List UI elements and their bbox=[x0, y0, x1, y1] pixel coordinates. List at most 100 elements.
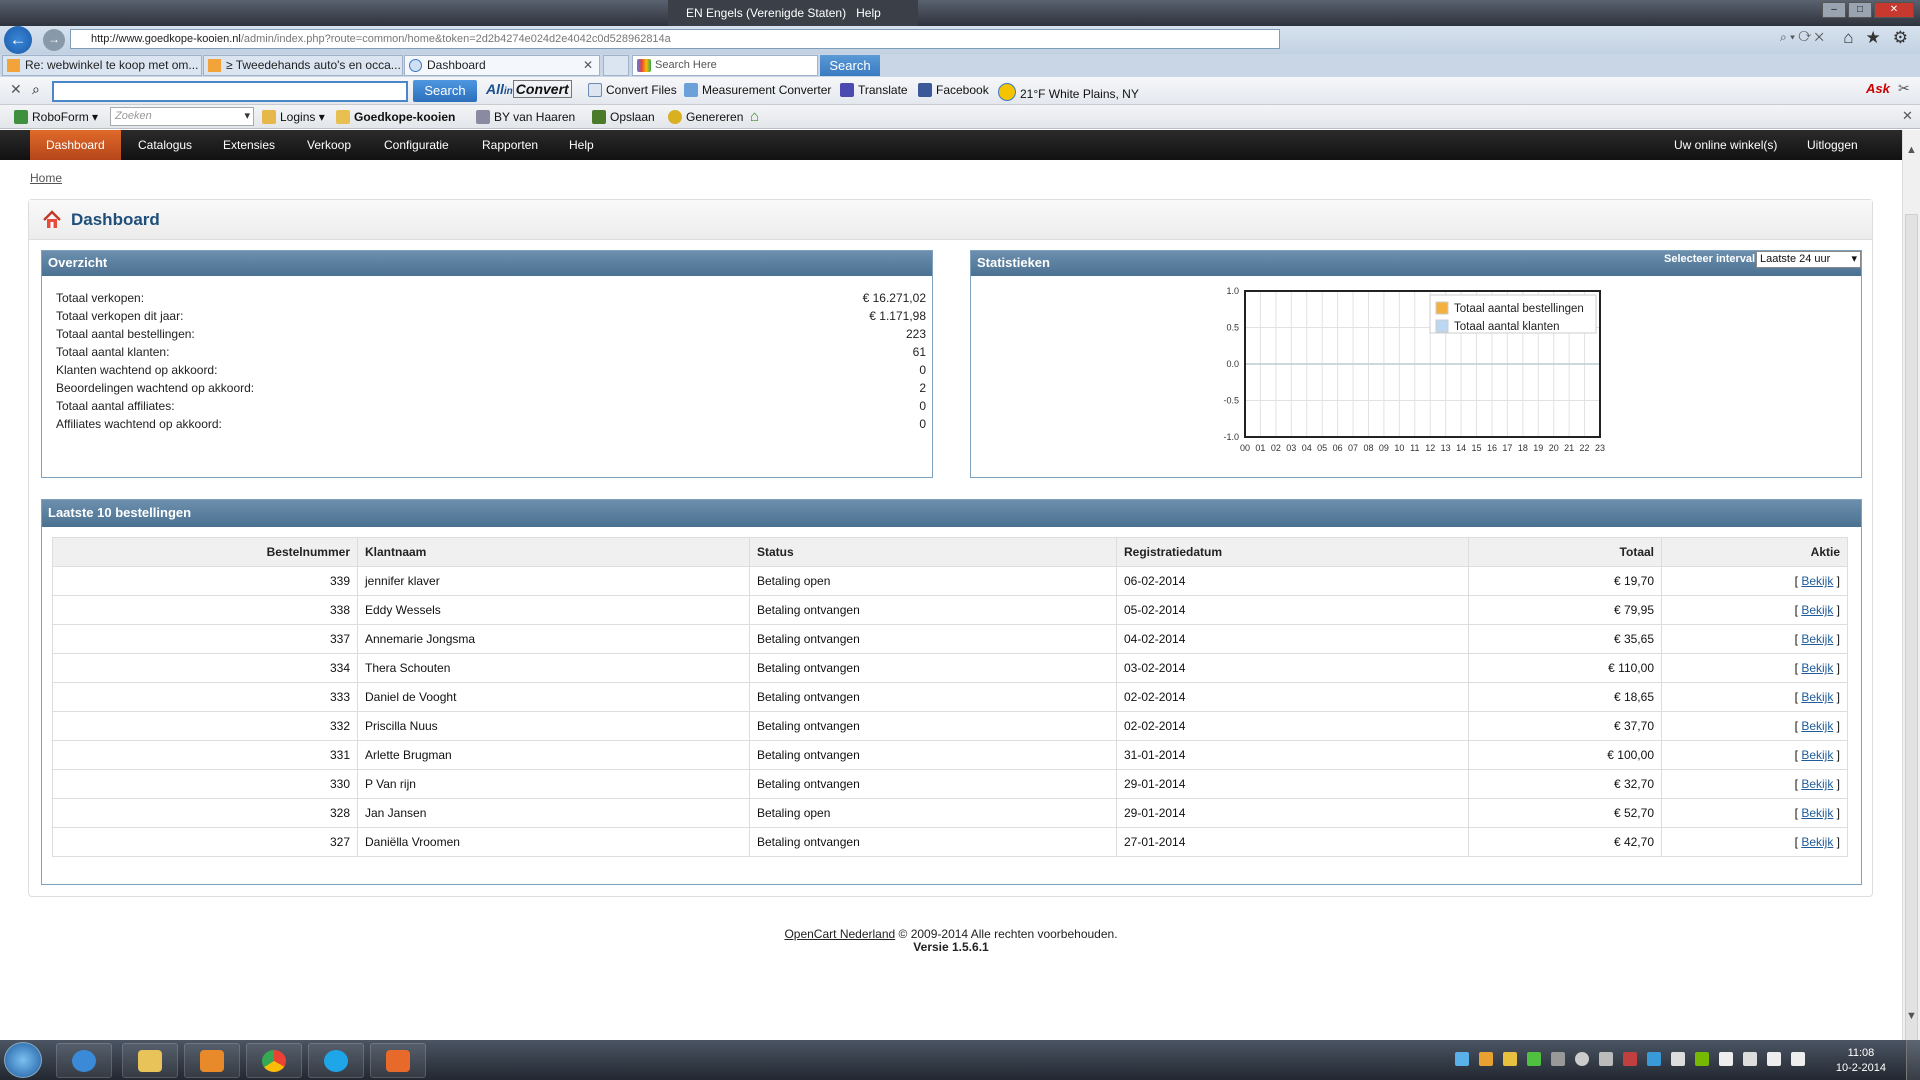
view-order-link[interactable]: Bekijk bbox=[1801, 632, 1833, 646]
speaker-icon[interactable] bbox=[1791, 1052, 1805, 1066]
tab-dashboard[interactable]: Dashboard ✕ bbox=[404, 55, 600, 76]
menu-dashboard[interactable]: Dashboard bbox=[30, 130, 121, 160]
page-scrollbar[interactable]: ▲ ▼ bbox=[1902, 130, 1920, 1044]
tray-icon-9[interactable] bbox=[1647, 1052, 1661, 1066]
tab-webwinkel[interactable]: Re: webwinkel te koop met om... bbox=[2, 55, 202, 76]
by-van-haaren-bookmark[interactable]: BY van Haaren bbox=[476, 110, 575, 124]
tray-icon-7[interactable] bbox=[1599, 1052, 1613, 1066]
toolbar-options-icon[interactable]: ✂ bbox=[1898, 80, 1910, 97]
battery-icon[interactable] bbox=[1767, 1052, 1781, 1066]
close-toolbar-icon[interactable]: ✕ bbox=[10, 81, 22, 98]
weather-button[interactable]: 21°F White Plains, NY bbox=[998, 83, 1139, 101]
tray-icon-10[interactable] bbox=[1671, 1052, 1685, 1066]
col-klantnaam[interactable]: Klantnaam bbox=[357, 537, 750, 567]
goedkope-kooien-bookmark[interactable]: Goedkope-kooien bbox=[336, 110, 455, 124]
scrollbar-thumb[interactable] bbox=[1905, 214, 1918, 1044]
menu-extensies[interactable]: Extensies bbox=[207, 130, 291, 160]
menu-help[interactable]: Help bbox=[553, 130, 610, 160]
col-totaal[interactable]: Totaal bbox=[1468, 537, 1662, 567]
settings-gear-icon[interactable]: ⚙ bbox=[1893, 28, 1908, 48]
menu-configuratie[interactable]: Configuratie bbox=[368, 130, 465, 160]
convert-files-button[interactable]: Convert Files bbox=[588, 83, 677, 97]
close-tab-icon[interactable]: ✕ bbox=[583, 56, 593, 75]
tray-icon-6[interactable] bbox=[1575, 1052, 1589, 1066]
home-icon[interactable]: ⌂ bbox=[1843, 28, 1853, 48]
network-icon[interactable] bbox=[1743, 1052, 1757, 1066]
language-label[interactable]: EN Engels (Verenigde Staten) bbox=[686, 6, 846, 20]
footer-version: Versie 1.5.6.1 bbox=[913, 940, 989, 954]
menu-online-store[interactable]: Uw online winkel(s) bbox=[1658, 130, 1793, 160]
tab-tweedehands[interactable]: ≥ Tweedehands auto's en occa... bbox=[203, 55, 403, 76]
taskbar-ie[interactable] bbox=[56, 1043, 112, 1078]
close-window-button[interactable]: ✕ bbox=[1874, 2, 1914, 18]
nvidia-icon[interactable] bbox=[1695, 1052, 1709, 1066]
footer-link[interactable]: OpenCart Nederland bbox=[784, 927, 895, 941]
taskbar-skype[interactable] bbox=[308, 1043, 364, 1078]
tray-icon-3[interactable] bbox=[1503, 1052, 1517, 1066]
col-registratiedatum[interactable]: Registratiedatum bbox=[1116, 537, 1469, 567]
start-button[interactable] bbox=[4, 1042, 42, 1078]
taskbar-explorer[interactable] bbox=[122, 1043, 178, 1078]
menu-logout[interactable]: Uitloggen bbox=[1791, 130, 1874, 160]
back-button[interactable]: ← bbox=[4, 26, 32, 54]
view-order-link[interactable]: Bekijk bbox=[1801, 661, 1833, 675]
view-order-link[interactable]: Bekijk bbox=[1801, 835, 1833, 849]
overview-row: Totaal aantal affiliates: 0 bbox=[56, 399, 926, 417]
search-here-button[interactable]: Search bbox=[820, 55, 880, 76]
address-controls[interactable]: ⌕ ▾ ⟳ ✕ bbox=[1780, 30, 1824, 45]
language-bar[interactable]: EN Engels (Verenigde Staten) Help bbox=[668, 0, 918, 26]
search-here-field[interactable]: Search Here bbox=[632, 55, 818, 76]
translate-button[interactable]: Translate bbox=[840, 83, 908, 97]
forward-button[interactable]: → bbox=[43, 29, 65, 51]
help-label[interactable]: Help bbox=[856, 6, 881, 20]
taskbar-media[interactable] bbox=[184, 1043, 240, 1078]
opslaan-button[interactable]: Opslaan bbox=[592, 110, 655, 124]
favorites-star-icon[interactable]: ★ bbox=[1866, 28, 1881, 48]
view-order-link[interactable]: Bekijk bbox=[1801, 603, 1833, 617]
view-order-link[interactable]: Bekijk bbox=[1801, 777, 1833, 791]
view-order-link[interactable]: Bekijk bbox=[1801, 719, 1833, 733]
toolbar-search-input[interactable] bbox=[52, 81, 408, 102]
scroll-up-icon[interactable]: ▲ bbox=[1906, 144, 1917, 156]
col-status[interactable]: Status bbox=[749, 537, 1117, 567]
toolbar-search-button[interactable]: Search bbox=[413, 80, 477, 102]
ask-logo-icon[interactable]: Ask bbox=[1866, 81, 1890, 96]
show-desktop-button[interactable] bbox=[1906, 1040, 1920, 1080]
menu-verkoop[interactable]: Verkoop bbox=[291, 130, 367, 160]
measurement-converter-button[interactable]: Measurement Converter bbox=[684, 83, 831, 97]
view-order-link[interactable]: Bekijk bbox=[1801, 690, 1833, 704]
col-bestelnummer[interactable]: Bestelnummer bbox=[52, 537, 358, 567]
home-icon bbox=[43, 210, 61, 228]
tray-icon-5[interactable] bbox=[1551, 1052, 1565, 1066]
home-bookmark-icon[interactable]: ⌂ bbox=[750, 108, 759, 125]
facebook-button[interactable]: Facebook bbox=[918, 83, 989, 97]
taskbar-clock[interactable]: 11:08 10-2-2014 bbox=[1836, 1046, 1886, 1076]
close-bookmarks-icon[interactable]: ✕ bbox=[1902, 108, 1913, 124]
allinone-convert-logo[interactable]: Allin Convert bbox=[486, 80, 572, 98]
order-date-cell: 03-02-2014 bbox=[1116, 653, 1469, 683]
tray-icon-4[interactable] bbox=[1527, 1052, 1541, 1066]
flag-icon[interactable] bbox=[1719, 1052, 1733, 1066]
menu-catalogus[interactable]: Catalogus bbox=[122, 130, 208, 160]
taskbar-mail[interactable] bbox=[370, 1043, 426, 1078]
new-tab-button[interactable] bbox=[603, 55, 629, 76]
scroll-down-icon[interactable]: ▼ bbox=[1906, 1010, 1917, 1022]
genereren-button[interactable]: Genereren bbox=[668, 110, 743, 124]
taskbar-chrome[interactable] bbox=[246, 1043, 302, 1078]
view-order-link[interactable]: Bekijk bbox=[1801, 806, 1833, 820]
tray-icon-2[interactable] bbox=[1479, 1052, 1493, 1066]
view-order-link[interactable]: Bekijk bbox=[1801, 748, 1833, 762]
minimize-button[interactable]: – bbox=[1822, 2, 1846, 18]
tray-icon-8[interactable] bbox=[1623, 1052, 1637, 1066]
menu-rapporten[interactable]: Rapporten bbox=[466, 130, 554, 160]
roboform-search-input[interactable]: Zoeken ▾ bbox=[110, 107, 254, 126]
roboform-button[interactable]: RoboForm ▾ bbox=[14, 110, 98, 124]
view-order-link[interactable]: Bekijk bbox=[1801, 574, 1833, 588]
logins-button[interactable]: Logins ▾ bbox=[262, 110, 325, 124]
address-bar[interactable]: http://www.goedkope-kooien.nl/admin/inde… bbox=[70, 29, 1280, 49]
interval-select[interactable]: Laatste 24 uur ▾ bbox=[1756, 251, 1861, 268]
breadcrumb-home[interactable]: Home bbox=[30, 171, 62, 185]
tray-icon-1[interactable] bbox=[1455, 1052, 1469, 1066]
maximize-button[interactable]: □ bbox=[1848, 2, 1872, 18]
x-tick-label: 17 bbox=[1502, 443, 1512, 453]
